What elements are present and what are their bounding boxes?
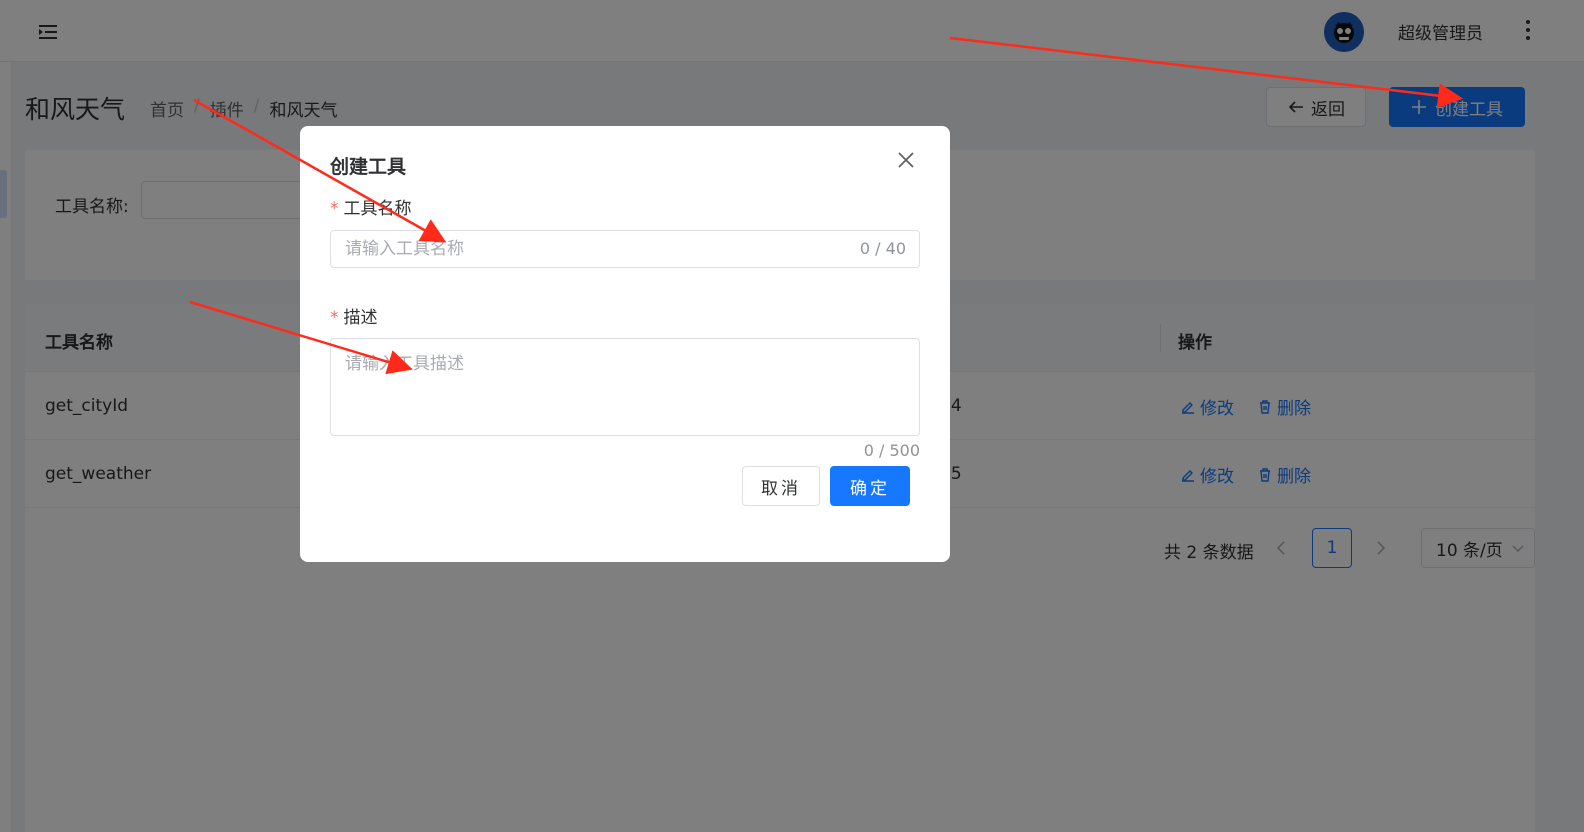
- tool-name-char-count: 0 / 40: [859, 239, 906, 258]
- description-label: * 描述: [330, 303, 378, 328]
- description-textarea[interactable]: [330, 338, 920, 436]
- tool-name-label-text: 工具名称: [343, 199, 412, 219]
- cancel-button[interactable]: 取消: [742, 466, 820, 506]
- tool-name-label: * 工具名称: [330, 194, 412, 219]
- description-char-count: 0 / 500: [863, 441, 920, 460]
- confirm-button[interactable]: 确定: [830, 466, 910, 506]
- tool-name-input[interactable]: [330, 230, 920, 268]
- description-label-text: 描述: [343, 308, 378, 328]
- required-marker: *: [330, 199, 339, 219]
- dialog-title: 创建工具: [330, 156, 407, 178]
- required-marker: *: [330, 308, 339, 328]
- close-icon[interactable]: [894, 148, 918, 172]
- create-tool-dialog: 创建工具 *工具名称 0 / 40 *描述 0 / 500 取消 确定: [300, 126, 950, 562]
